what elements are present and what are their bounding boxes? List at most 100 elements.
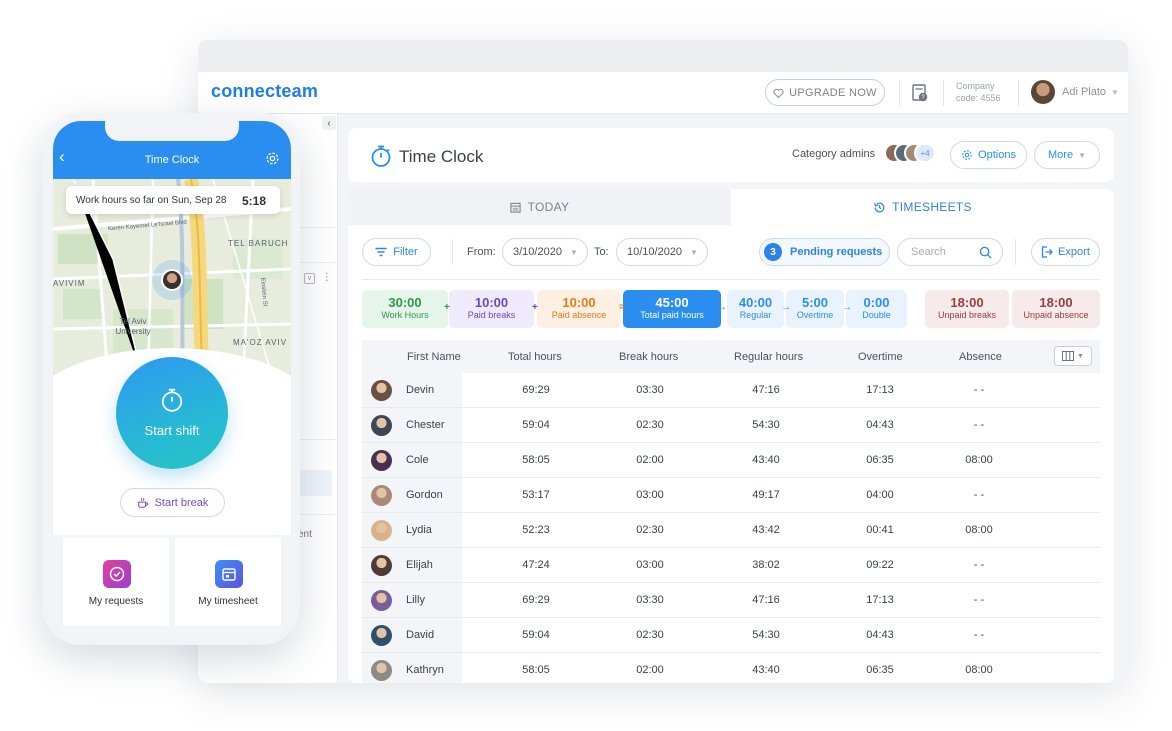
name-cell: Devin (362, 373, 462, 407)
table-row[interactable]: Chester 59:04 02:30 54:30 04:43 - - (362, 408, 1100, 443)
table-row[interactable]: Gordon 53:17 03:00 49:17 04:00 - - (362, 478, 1100, 513)
cell-overtime: 04:43 (866, 419, 894, 431)
table-row[interactable]: Kathryn 58:05 02:00 43:40 06:35 08:00 (362, 653, 1100, 683)
cell-break: 02:30 (636, 524, 664, 536)
table-row[interactable]: Devin 69:29 03:30 47:16 17:13 - - (362, 373, 1100, 408)
my-requests-tile[interactable]: My requests (63, 538, 169, 626)
summary-operator: = (619, 302, 625, 313)
summary-operator: + (444, 302, 450, 313)
employee-name[interactable]: Chester (406, 419, 445, 431)
upgrade-button[interactable]: UPGRADE NOW (765, 79, 885, 106)
admin-avatars[interactable]: +4 (884, 143, 940, 165)
main-content: Time Clock Category admins +4 Options Mo… (348, 128, 1114, 683)
table-row[interactable]: Cole 58:05 02:00 43:40 06:35 08:00 (362, 443, 1100, 478)
column-header-regular-hours[interactable]: Regular hours (734, 351, 803, 363)
pending-requests-label: Pending requests (790, 246, 883, 258)
column-header-first-name[interactable]: First Name (407, 351, 461, 363)
sidebar-collapse-button[interactable]: ‹ (322, 116, 336, 130)
summary-value: 40:00 (738, 295, 773, 310)
table-row[interactable]: David 59:04 02:30 54:30 04:43 - - (362, 618, 1100, 653)
map-label: TEL BARUCH (228, 239, 289, 248)
summary-value: 30:00 (388, 295, 422, 310)
marketing-stage: connecteam UPGRADE NOW ? Company code: 4… (0, 0, 1172, 731)
window-top-strip (198, 40, 1128, 72)
user-menu-chevron-icon[interactable]: ▼ (1111, 88, 1119, 97)
map-label: AVIVIM (53, 279, 86, 288)
page-title: Time Clock (399, 147, 484, 166)
tab-today-label: TODAY (527, 200, 570, 214)
to-date-select[interactable]: 10/10/2020 ▼ (616, 238, 708, 266)
cell-absence: 08:00 (965, 454, 993, 466)
export-label: Export (1058, 246, 1090, 258)
more-vertical-icon[interactable]: ⋮ (322, 272, 332, 283)
table-row[interactable]: Lilly 69:29 03:30 47:16 17:13 - - (362, 583, 1100, 618)
from-date-select[interactable]: 3/10/2020 ▼ (502, 238, 588, 266)
work-hours-label: Work hours so far on Sun, Sep 28 (76, 194, 227, 206)
cell-absence: - - (973, 489, 985, 501)
name-cell: David (362, 618, 462, 652)
help-document-icon[interactable]: ? (912, 84, 928, 102)
stopwatch-icon (371, 145, 391, 167)
cell-total: 58:05 (522, 664, 550, 676)
filter-button[interactable]: Filter (362, 238, 431, 266)
user-avatar[interactable] (1031, 80, 1055, 104)
tab-timesheets[interactable]: TIMESHEETS (731, 189, 1114, 225)
filter-label: Filter (393, 246, 418, 258)
cell-absence: - - (973, 594, 985, 606)
employee-name[interactable]: Lilly (406, 594, 425, 606)
table-row[interactable]: Lydia 52:23 02:30 43:42 00:41 08:00 (362, 513, 1100, 548)
chevron-down-icon[interactable]: v (304, 273, 315, 284)
header-divider (1018, 80, 1019, 106)
history-icon (874, 202, 885, 212)
cell-absence: - - (973, 629, 985, 641)
employee-name[interactable]: Kathryn (406, 664, 444, 676)
summary-overtime: 5:00 Overtime (786, 290, 844, 328)
summary-label: Overtime (796, 310, 834, 320)
app-logo[interactable]: connecteam (211, 81, 318, 102)
employee-name[interactable]: Gordon (406, 489, 443, 501)
start-shift-button[interactable]: Start shift (116, 357, 228, 469)
avatar (371, 450, 392, 471)
avatar (371, 415, 392, 436)
employee-name[interactable]: David (406, 629, 434, 641)
export-button[interactable]: Export (1031, 238, 1100, 266)
employee-name[interactable]: Devin (406, 384, 434, 396)
avatar (371, 590, 392, 611)
start-break-label: Start break (154, 496, 209, 509)
column-header-absence[interactable]: Absence (959, 351, 1002, 363)
start-break-button[interactable]: Start break (120, 488, 225, 517)
pending-requests-button[interactable]: 3 Pending requests (759, 238, 890, 266)
more-button[interactable]: More ▼ (1034, 141, 1100, 169)
search-input[interactable]: Search (897, 238, 1003, 266)
cell-break: 03:00 (636, 489, 664, 501)
summary-regular: 40:00 Regular (727, 290, 784, 328)
heart-icon (773, 88, 784, 98)
employee-name[interactable]: Elijah (406, 559, 433, 571)
user-name[interactable]: Adi Plato (1062, 86, 1106, 98)
cell-overtime: 00:41 (866, 524, 894, 536)
admins-more-badge[interactable]: +4 (914, 143, 936, 163)
app-header: connecteam UPGRADE NOW ? Company code: 4… (198, 72, 1128, 114)
cell-total: 47:24 (522, 559, 550, 571)
map-label: Tel Aviv University (115, 317, 151, 336)
column-header-break-hours[interactable]: Break hours (619, 351, 678, 363)
column-header-overtime[interactable]: Overtime (858, 351, 903, 363)
summary-label: Unpaid absence (1023, 310, 1089, 320)
options-button[interactable]: Options (950, 141, 1027, 169)
table-row[interactable]: Elijah 47:24 03:00 38:02 09:22 - - (362, 548, 1100, 583)
column-settings-button[interactable]: ▼ (1054, 346, 1092, 366)
gear-icon[interactable] (265, 151, 280, 166)
sidebar-item-actions[interactable]: v ⋮ (304, 272, 332, 284)
employee-name[interactable]: Cole (406, 454, 429, 466)
mobile-phone: ‹ Time Clock TEL BARUCH AVIVIM Tel Aviv … (42, 113, 300, 645)
sidebar-item-label[interactable]: ent (298, 529, 312, 540)
sidebar-item-active[interactable] (296, 470, 332, 496)
employee-name[interactable]: Lydia (406, 524, 432, 536)
search-icon[interactable] (979, 246, 992, 259)
column-header-total-hours[interactable]: Total hours (508, 351, 562, 363)
tab-today[interactable]: TODAY (348, 189, 731, 225)
toolbar-divider (1015, 239, 1016, 265)
mobile-tiles: My requests My timesheet (53, 535, 291, 637)
my-timesheet-tile[interactable]: My timesheet (175, 538, 281, 626)
summary-label: Paid absence (551, 310, 607, 320)
